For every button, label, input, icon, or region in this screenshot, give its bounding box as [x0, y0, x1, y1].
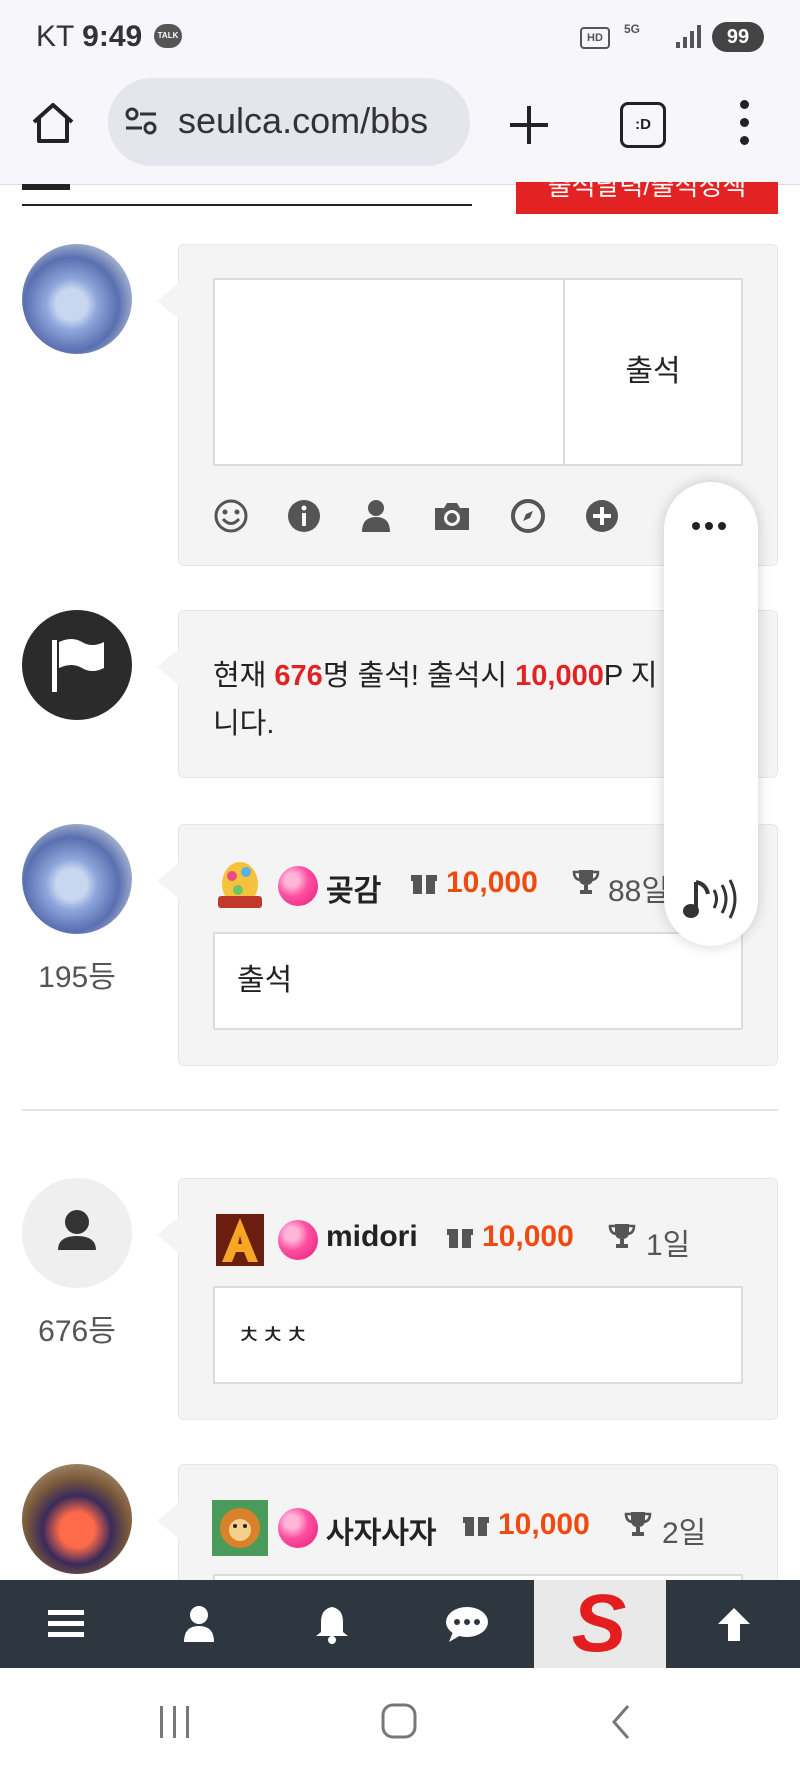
- app-bottom-nav: S: [0, 1580, 800, 1668]
- system-nav-bar: [0, 1668, 800, 1778]
- grade-orb-icon: [278, 866, 318, 906]
- nav-menu[interactable]: [0, 1580, 132, 1668]
- browser-toolbar: seulca.com/bbs :D: [0, 72, 800, 185]
- menu-icon: [48, 1610, 84, 1637]
- notice-text: 현재 676명 출석! 출석시 10,000P 지 니다.: [213, 660, 658, 740]
- level-badge-icon: [218, 862, 262, 908]
- gift-icon: [463, 1517, 489, 1536]
- notice-avatar: [22, 610, 132, 720]
- url-field[interactable]: seulca.com/bbs: [108, 78, 470, 166]
- nav-notifications[interactable]: [266, 1580, 398, 1668]
- attendance-calendar-button[interactable]: 출석달력/출석정책: [516, 182, 778, 214]
- smile-icon[interactable]: [213, 498, 249, 534]
- entry-points: 10,000: [498, 1508, 590, 1541]
- read-aloud-icon[interactable]: [682, 876, 738, 922]
- comment-textarea[interactable]: [213, 278, 565, 466]
- url-text[interactable]: seulca.com/bbs: [178, 100, 428, 142]
- section-divider: [22, 1109, 778, 1111]
- entry-nickname[interactable]: 사자사자: [326, 1508, 436, 1552]
- entry-rank: 195등: [38, 961, 116, 994]
- nav-scroll-top[interactable]: [668, 1580, 800, 1668]
- trophy-icon: [608, 1224, 636, 1248]
- recent-apps-icon[interactable]: [156, 1704, 194, 1740]
- camera-icon[interactable]: [432, 498, 472, 534]
- nav-chat[interactable]: [399, 1580, 531, 1668]
- gift-icon: [447, 1229, 473, 1248]
- grade-orb-icon: [278, 1508, 318, 1548]
- talk-notification-icon: TALK: [154, 24, 182, 48]
- network-5g-icon: 5G: [623, 22, 640, 36]
- bell-icon: [316, 1607, 348, 1644]
- level-badge-icon: [212, 1500, 268, 1556]
- my-avatar[interactable]: [22, 244, 132, 354]
- entry-days: 2일: [662, 1517, 707, 1550]
- entry-points: 10,000: [446, 866, 538, 899]
- tab-underline: [22, 204, 472, 206]
- entry-days: 88일: [608, 875, 669, 908]
- home-system-icon[interactable]: [380, 1702, 418, 1740]
- arrow-up-icon: [718, 1608, 750, 1641]
- new-tab-plus-icon[interactable]: [504, 100, 554, 150]
- flag-icon: [52, 639, 104, 692]
- entry-points: 10,000: [482, 1220, 574, 1253]
- status-time: KT 9:49: [36, 20, 143, 53]
- floating-read-aloud-panel[interactable]: [664, 482, 758, 946]
- home-icon[interactable]: [30, 100, 76, 146]
- chat-icon: [446, 1607, 488, 1642]
- back-icon[interactable]: [606, 1702, 636, 1742]
- level-badge-icon: [216, 1214, 264, 1266]
- plus-circle-icon[interactable]: [584, 498, 620, 534]
- tab-underline-stub: [22, 184, 70, 190]
- entry-avatar[interactable]: [22, 824, 132, 934]
- grade-orb-icon: [278, 1220, 318, 1260]
- person-icon: [58, 1210, 96, 1250]
- gift-icon: [411, 875, 437, 894]
- trophy-icon: [572, 870, 600, 894]
- user-icon[interactable]: [358, 498, 394, 534]
- nav-profile[interactable]: [133, 1580, 265, 1668]
- entry-rank: 676등: [38, 1315, 116, 1348]
- site-logo-letter: S: [571, 1578, 627, 1669]
- entry-avatar[interactable]: [22, 1464, 132, 1574]
- entry-message: 출석: [213, 932, 743, 1030]
- site-logo[interactable]: S: [534, 1580, 666, 1668]
- entry-message: ㅊㅊㅊ: [213, 1286, 743, 1384]
- status-bar: KT 9:49 TALK HD 5G 99: [0, 0, 800, 72]
- entry-days: 1일: [646, 1229, 691, 1262]
- tune-icon[interactable]: [124, 106, 158, 136]
- entry-nickname[interactable]: midori: [326, 1220, 418, 1254]
- tab-switcher-button[interactable]: :D: [620, 102, 666, 148]
- signal-icon: [676, 25, 701, 48]
- user-icon: [184, 1606, 214, 1642]
- entry-nickname[interactable]: 곶감: [326, 866, 381, 910]
- trophy-icon: [624, 1512, 652, 1536]
- entry-avatar[interactable]: [22, 1178, 132, 1288]
- more-horiz-icon[interactable]: [692, 522, 732, 532]
- more-vert-icon[interactable]: [738, 100, 750, 150]
- compass-icon[interactable]: [510, 498, 546, 534]
- attend-submit-button[interactable]: 출석: [563, 278, 743, 466]
- info-icon[interactable]: [286, 498, 322, 534]
- hd-voice-icon: HD: [580, 27, 610, 49]
- battery-badge: 99: [712, 22, 764, 52]
